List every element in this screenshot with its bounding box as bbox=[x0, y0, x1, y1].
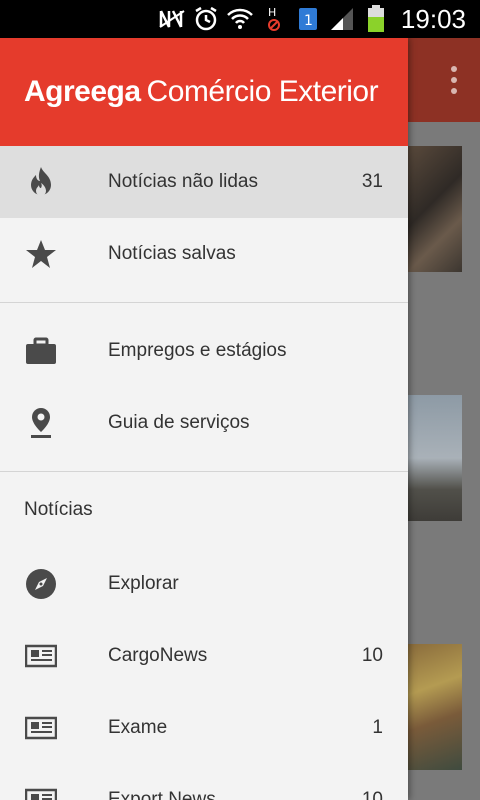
drawer-item-exame[interactable]: Exame 1 bbox=[0, 692, 408, 764]
brand-subtitle: Comércio Exterior bbox=[146, 75, 379, 108]
drawer-item-label: Exame bbox=[108, 717, 168, 738]
article-thumbnail bbox=[408, 395, 462, 521]
unread-count: 10 bbox=[361, 645, 383, 666]
flame-icon bbox=[24, 166, 58, 198]
article-thumbnail bbox=[408, 146, 462, 272]
status-bar: H 1 19:03 bbox=[0, 0, 480, 38]
drawer-item-label: CargoNews bbox=[108, 645, 208, 666]
svg-text:1: 1 bbox=[304, 13, 313, 29]
drawer-item-label: Explorar bbox=[108, 573, 179, 594]
drawer-item-label: Notícias salvas bbox=[108, 243, 236, 264]
svg-text:H: H bbox=[268, 6, 276, 19]
drawer-item-export-news[interactable]: Export News 10 bbox=[0, 764, 408, 800]
drawer-item-noticias-salvas[interactable]: Notícias salvas bbox=[0, 218, 408, 290]
star-icon bbox=[24, 238, 58, 270]
h-data-blocked-icon: H bbox=[260, 5, 288, 33]
newspaper-icon bbox=[24, 784, 58, 800]
signal-icon bbox=[328, 5, 356, 33]
nfc-icon bbox=[158, 5, 186, 33]
location-pin-icon bbox=[24, 407, 58, 439]
battery-icon bbox=[362, 5, 390, 33]
wifi-icon bbox=[226, 5, 254, 33]
newspaper-icon bbox=[24, 640, 58, 672]
drawer-item-label: Guia de serviços bbox=[108, 412, 250, 433]
unread-count: 31 bbox=[361, 171, 383, 192]
compass-icon bbox=[24, 568, 58, 600]
drawer-item-noticias-nao-lidas[interactable]: Notícias não lidas 31 bbox=[0, 146, 408, 218]
drawer-item-label: Notícias não lidas bbox=[108, 171, 258, 192]
status-icons: H 1 bbox=[158, 4, 390, 34]
unread-count: 10 bbox=[361, 789, 383, 800]
alarm-icon bbox=[192, 5, 220, 33]
briefcase-icon bbox=[24, 335, 58, 367]
app-logo: Agreega Comércio Exterior bbox=[24, 75, 379, 109]
article-thumbnail bbox=[408, 644, 462, 770]
drawer-item-empregos[interactable]: Empregos e estágios bbox=[0, 315, 408, 387]
unread-count: 1 bbox=[372, 717, 383, 738]
section-title: Notícias bbox=[24, 499, 93, 520]
drawer-item-cargonews[interactable]: CargoNews 10 bbox=[0, 620, 408, 692]
drawer-item-guia-servicos[interactable]: Guia de serviços bbox=[0, 387, 408, 459]
section-header: Notícias bbox=[0, 472, 408, 548]
drawer-header: Agreega Comércio Exterior bbox=[0, 38, 408, 146]
drawer-item-label: Export News bbox=[108, 789, 216, 800]
overflow-menu-icon[interactable] bbox=[450, 66, 458, 94]
drawer-item-explorar[interactable]: Explorar bbox=[0, 548, 408, 620]
drawer-item-label: Empregos e estágios bbox=[108, 340, 287, 361]
status-clock: 19:03 bbox=[400, 4, 466, 34]
newspaper-icon bbox=[24, 712, 58, 744]
navigation-drawer: Agreega Comércio Exterior Notícias não li… bbox=[0, 38, 408, 800]
brand-name: Agreega bbox=[24, 75, 141, 108]
sim-1-icon: 1 bbox=[294, 5, 322, 33]
